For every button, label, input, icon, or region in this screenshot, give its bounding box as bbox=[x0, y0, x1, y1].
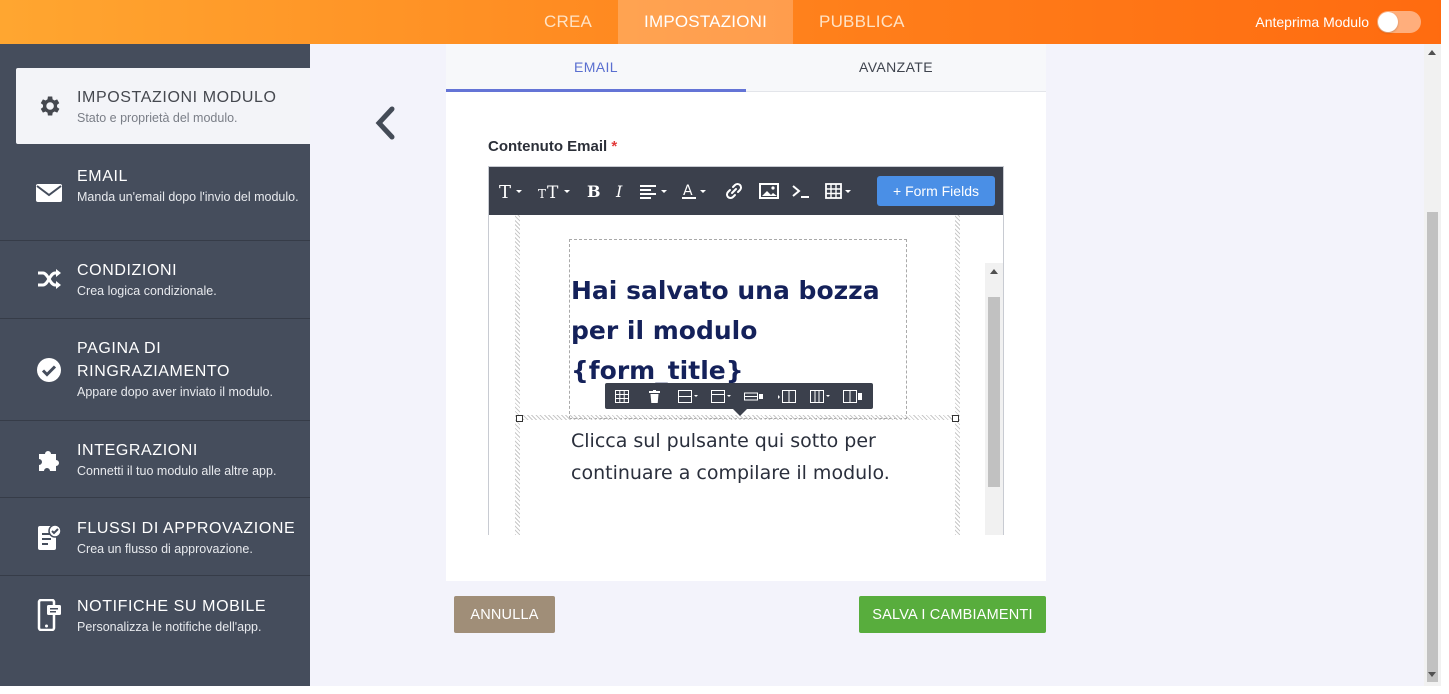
save-button[interactable]: SALVA I CAMBIAMENTI bbox=[859, 596, 1046, 633]
table-edit-toolbar bbox=[605, 383, 873, 416]
resize-handle[interactable] bbox=[952, 415, 959, 422]
sidebar-item-condizioni[interactable]: CONDIZIONI Crea logica condizionale. bbox=[0, 241, 310, 319]
sidebar-item-subtitle: Appare dopo aver inviato il modulo. bbox=[77, 385, 273, 399]
bold-icon[interactable]: B bbox=[587, 179, 601, 203]
table-icon[interactable] bbox=[605, 383, 638, 409]
row-below-icon[interactable] bbox=[704, 383, 737, 409]
scroll-up-icon[interactable] bbox=[1428, 50, 1436, 55]
svg-text:I: I bbox=[615, 182, 623, 200]
row-insert-icon[interactable] bbox=[671, 383, 704, 409]
sidebar-item-title: CONDIZIONI bbox=[77, 262, 178, 279]
required-mark: * bbox=[611, 138, 618, 155]
toolbar-pointer bbox=[733, 409, 747, 416]
sidebar-item-subtitle: Crea logica condizionale. bbox=[77, 284, 217, 298]
collapse-back-button[interactable] bbox=[374, 106, 396, 145]
table-border-right bbox=[955, 215, 960, 535]
puzzle-icon bbox=[34, 445, 64, 475]
sidebar-item-subtitle: Personalizza le notifiche dell'app. bbox=[77, 620, 262, 634]
email-editor: T TT B I A + Form Fields Hai salvato una… bbox=[488, 166, 1004, 535]
preview-label: Anteprima Modulo bbox=[1255, 14, 1369, 30]
sidebar-item-title: NOTIFICHE SU MOBILE bbox=[77, 598, 267, 615]
cancel-button[interactable]: ANNULLA bbox=[454, 596, 555, 633]
sidebar-item-title: INTEGRAZIONI bbox=[77, 442, 198, 459]
sidebar-item-title: EMAIL bbox=[77, 168, 129, 185]
check-circle-icon bbox=[34, 355, 64, 385]
sidebar-item-impostazioni-modulo[interactable]: IMPOSTAZIONI MODULO Stato e proprietà de… bbox=[16, 68, 310, 144]
mobile-icon bbox=[34, 599, 64, 631]
col-left-icon[interactable] bbox=[770, 383, 803, 409]
row-delete-icon[interactable] bbox=[737, 383, 770, 409]
tab-crea[interactable]: CREA bbox=[518, 0, 618, 44]
chevron-left-icon bbox=[375, 106, 395, 140]
table-border-left bbox=[515, 215, 520, 535]
align-icon[interactable] bbox=[640, 179, 670, 203]
approval-icon bbox=[34, 522, 64, 552]
text-size-icon[interactable]: TT bbox=[538, 179, 574, 203]
page-scrollbar[interactable] bbox=[1424, 44, 1441, 686]
table-icon[interactable] bbox=[825, 179, 855, 203]
sidebar-item-flussi-approvazione[interactable]: FLUSSI DI APPROVAZIONE Crea un flusso di… bbox=[0, 498, 310, 576]
scroll-thumb[interactable] bbox=[988, 297, 1000, 487]
sidebar-item-subtitle: Manda un'email dopo l'invio del modulo. bbox=[77, 190, 299, 204]
scroll-up-icon[interactable] bbox=[990, 269, 998, 274]
svg-text:T: T bbox=[538, 187, 546, 200]
sidebar-item-notifiche-mobile[interactable]: NOTIFICHE SU MOBILE Personalizza le noti… bbox=[0, 576, 310, 654]
sidebar-item-subtitle: Crea un flusso di approvazione. bbox=[77, 542, 253, 556]
sidebar: IMPOSTAZIONI MODULO Stato e proprietà de… bbox=[0, 44, 310, 686]
image-icon[interactable] bbox=[759, 179, 779, 203]
link-icon[interactable] bbox=[725, 179, 743, 203]
resize-handle[interactable] bbox=[516, 415, 523, 422]
tab-avanzate[interactable]: AVANZATE bbox=[746, 44, 1046, 92]
text-format-icon[interactable]: T bbox=[499, 179, 525, 203]
sidebar-item-title: FLUSSI DI APPROVAZIONE bbox=[77, 520, 296, 537]
window-edge bbox=[1441, 0, 1449, 694]
tab-email[interactable]: EMAIL bbox=[446, 44, 746, 92]
sidebar-item-subtitle: Connetti il tuo modulo alle altre app. bbox=[77, 464, 277, 478]
editor-content[interactable]: Hai salvato una bozza per il modulo {for… bbox=[489, 215, 1003, 535]
font-color-icon[interactable]: A bbox=[682, 179, 710, 203]
shuffle-icon bbox=[34, 264, 64, 294]
scroll-thumb[interactable] bbox=[1427, 212, 1438, 682]
tab-impostazioni[interactable]: IMPOSTAZIONI bbox=[618, 0, 794, 44]
preview-toggle[interactable] bbox=[1377, 11, 1421, 33]
top-nav: CREA IMPOSTAZIONI PUBBLICA bbox=[518, 0, 931, 44]
editor-scrollbar[interactable] bbox=[985, 263, 1003, 535]
toggle-knob bbox=[1378, 12, 1398, 32]
preview-control: Anteprima Modulo bbox=[1255, 0, 1421, 44]
sidebar-item-title: IMPOSTAZIONI MODULO bbox=[77, 89, 277, 106]
card-tabs: EMAIL AVANZATE bbox=[446, 44, 1046, 92]
delete-icon[interactable] bbox=[638, 383, 671, 409]
form-fields-button[interactable]: + Form Fields bbox=[877, 176, 995, 206]
svg-text:T: T bbox=[547, 183, 559, 200]
email-body-text[interactable]: Clicca sul pulsante qui sotto per contin… bbox=[571, 425, 911, 489]
gear-icon bbox=[34, 91, 64, 121]
sidebar-item-email[interactable]: EMAIL Manda un'email dopo l'invio del mo… bbox=[0, 145, 310, 241]
scroll-down-icon[interactable] bbox=[1428, 672, 1436, 677]
envelope-icon bbox=[34, 178, 64, 208]
field-label-text: Contenuto Email bbox=[488, 138, 608, 155]
top-bar: CREA IMPOSTAZIONI PUBBLICA Anteprima Mod… bbox=[0, 0, 1449, 44]
svg-text:B: B bbox=[587, 182, 601, 200]
svg-text:T: T bbox=[499, 182, 511, 200]
editor-toolbar: T TT B I A + Form Fields bbox=[489, 167, 1003, 215]
tab-pubblica[interactable]: PUBBLICA bbox=[793, 0, 931, 44]
window-edge bbox=[0, 686, 1449, 694]
field-label: Contenuto Email * bbox=[488, 138, 617, 155]
col-right-icon[interactable] bbox=[803, 383, 836, 409]
italic-icon[interactable]: I bbox=[615, 179, 627, 203]
email-heading-text[interactable]: Hai salvato una bozza per il modulo {for… bbox=[571, 271, 901, 391]
sidebar-item-pagina-ringraziamento[interactable]: PAGINA DI RINGRAZIAMENTO Appare dopo ave… bbox=[0, 319, 310, 421]
sidebar-item-subtitle: Stato e proprietà del modulo. bbox=[77, 111, 238, 125]
col-delete-icon[interactable] bbox=[836, 383, 869, 409]
svg-text:A: A bbox=[683, 183, 693, 199]
sidebar-item-title: PAGINA DI RINGRAZIAMENTO bbox=[77, 340, 231, 380]
code-icon[interactable] bbox=[792, 179, 810, 203]
sidebar-item-integrazioni[interactable]: INTEGRAZIONI Connetti il tuo modulo alle… bbox=[0, 421, 310, 498]
